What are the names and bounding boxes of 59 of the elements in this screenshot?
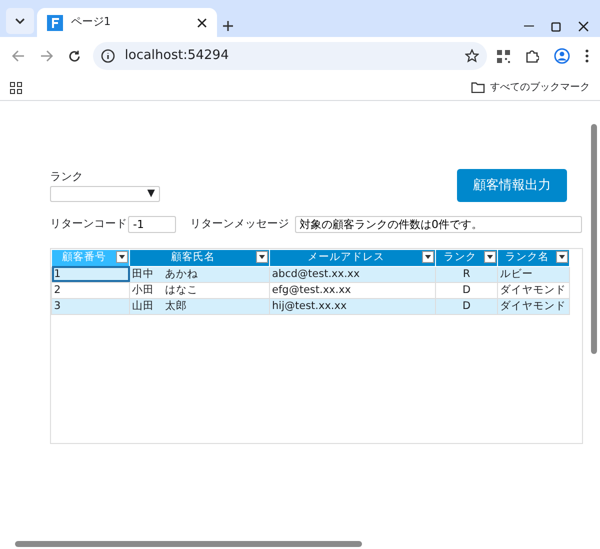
caret-icon[interactable]	[559, 255, 565, 259]
caret-icon[interactable]	[487, 255, 493, 259]
caret-icon[interactable]	[259, 255, 265, 259]
return-code-field[interactable]: -1	[128, 216, 176, 233]
table-cell: D	[436, 282, 498, 298]
apps-icon[interactable]	[10, 82, 22, 94]
page-favicon-icon	[46, 14, 63, 30]
table-cell: R	[436, 266, 498, 282]
new-tab-icon[interactable]	[222, 20, 234, 32]
table-cell: ダイヤモンド	[498, 298, 570, 314]
table-cell: 田中 あかね	[130, 266, 270, 282]
column-header[interactable]: ランク名	[498, 250, 570, 266]
browser-tab[interactable]: ページ1	[36, 8, 217, 37]
output-button[interactable]: 顧客情報出力	[457, 169, 567, 202]
table-cell: 3	[52, 298, 130, 314]
column-header[interactable]: メールアドレス	[270, 250, 436, 266]
tab-list-button[interactable]	[6, 8, 34, 34]
table-cell: hij@test.xx.xx	[270, 298, 436, 314]
close-icon[interactable]	[196, 18, 207, 28]
bookmarks-label[interactable]: すべてのブックマーク	[490, 80, 590, 95]
back-icon[interactable]	[12, 50, 24, 62]
star-icon[interactable]	[465, 49, 479, 63]
maximize-icon[interactable]	[551, 22, 561, 32]
folder-icon[interactable]	[470, 82, 484, 93]
return-message-label: リターンメッセージ	[190, 216, 289, 232]
filter-button[interactable]	[422, 251, 434, 263]
table-cell: efg@test.xx.xx	[270, 282, 436, 298]
caret-icon[interactable]	[119, 255, 125, 259]
rank-dropdown[interactable]: ▼	[50, 186, 160, 202]
info-icon[interactable]	[100, 49, 115, 63]
table-cell: D	[436, 298, 498, 314]
table-cell: ルビー	[498, 266, 570, 282]
table-cell: 2	[52, 282, 130, 298]
filter-button[interactable]	[116, 251, 128, 263]
menu-icon[interactable]	[584, 49, 588, 63]
url-text: localhost:54294	[124, 47, 230, 66]
close-icon[interactable]	[578, 20, 588, 32]
filter-button[interactable]	[556, 251, 568, 263]
table-cell: ダイヤモンド	[498, 282, 570, 298]
return-code-label: リターンコード	[50, 216, 128, 232]
qr-code-icon[interactable]	[496, 50, 510, 62]
filter-button[interactable]	[256, 251, 268, 263]
return-message-field[interactable]: 対象の顧客ランクの件数は0件です。	[294, 216, 582, 233]
table-cell: 山田 太郎	[130, 298, 270, 314]
profile-icon[interactable]	[554, 48, 570, 64]
address-bar[interactable]: localhost:54294	[92, 42, 487, 70]
table-cell: abcd@test.xx.xx	[270, 266, 436, 282]
reload-icon[interactable]	[68, 50, 80, 62]
filter-button[interactable]	[484, 251, 496, 263]
table-cell: 小田 はなこ	[130, 282, 270, 298]
tab-title: ページ1	[70, 14, 112, 30]
rank-label: ランク	[50, 169, 84, 185]
column-header[interactable]: 顧客氏名	[130, 250, 270, 266]
column-header[interactable]: ランク	[436, 250, 498, 266]
caret-icon[interactable]	[425, 255, 431, 259]
table-cell: 1	[52, 266, 130, 282]
puzzle-icon[interactable]	[524, 49, 538, 63]
chevron-icon[interactable]	[15, 18, 25, 24]
forward-icon[interactable]	[40, 50, 52, 62]
